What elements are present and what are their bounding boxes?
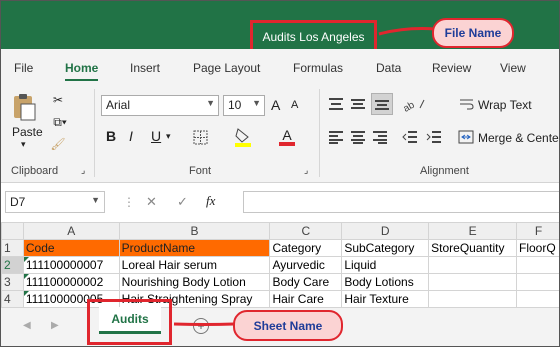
paste-icon[interactable] bbox=[9, 91, 39, 123]
decrease-indent-icon[interactable] bbox=[401, 128, 419, 146]
row-header[interactable]: 2 bbox=[1, 256, 24, 274]
copy-icon[interactable]: ⧉▾ bbox=[49, 113, 71, 131]
name-box[interactable]: D7 ▼ bbox=[5, 191, 105, 213]
ribbon-divider bbox=[319, 89, 320, 177]
format-painter-icon[interactable]: 🖌 bbox=[49, 135, 67, 153]
shrink-font-button[interactable]: A bbox=[291, 99, 298, 111]
tab-data[interactable]: Data bbox=[376, 61, 401, 75]
tab-home[interactable]: Home bbox=[65, 61, 99, 81]
formula-bar: D7 ▼ ⋮ ✕ ✓ fx bbox=[1, 187, 559, 217]
cut-icon[interactable]: ✂ bbox=[49, 91, 67, 109]
align-bottom-icon[interactable] bbox=[371, 93, 393, 115]
column-header-c[interactable]: C bbox=[269, 222, 343, 240]
column-header-d[interactable]: D bbox=[341, 222, 430, 240]
clipboard-group-label: Clipboard bbox=[11, 165, 59, 177]
align-right-icon[interactable] bbox=[371, 128, 389, 146]
tab-page-layout[interactable]: Page Layout bbox=[193, 61, 260, 75]
home-ribbon: Paste ▾ ✂ ⧉▾ 🖌 Clipboard ⌟ Arial ▼ 10 ▼ A … bbox=[1, 85, 559, 183]
align-middle-icon[interactable] bbox=[349, 95, 367, 113]
cell[interactable]: Body Lotions bbox=[341, 273, 430, 291]
underline-button[interactable]: U bbox=[151, 128, 161, 144]
sheet-name-callout: Sheet Name bbox=[233, 310, 343, 341]
cell[interactable]: Body Care bbox=[269, 273, 343, 291]
header-cell[interactable]: Category bbox=[269, 239, 343, 257]
merge-center-button[interactable]: Merge & Cente bbox=[478, 131, 559, 145]
bold-button[interactable]: B bbox=[106, 128, 116, 144]
chevron-down-icon: ▼ bbox=[91, 195, 100, 205]
cell[interactable] bbox=[428, 256, 517, 274]
row-header[interactable]: 3 bbox=[1, 273, 24, 291]
font-name-select[interactable]: Arial ▼ bbox=[101, 95, 219, 116]
tab-review[interactable]: Review bbox=[432, 61, 471, 75]
increase-indent-icon[interactable] bbox=[425, 128, 443, 146]
align-left-icon[interactable] bbox=[327, 128, 345, 146]
header-cell[interactable]: Code bbox=[22, 239, 120, 257]
wrap-text-icon[interactable] bbox=[459, 95, 475, 113]
ribbon-divider bbox=[94, 89, 95, 177]
column-header-e[interactable]: E bbox=[428, 222, 517, 240]
cell[interactable]: Liquid bbox=[341, 256, 430, 274]
formula-input[interactable] bbox=[243, 191, 559, 213]
cell[interactable]: Nourishing Body Lotion bbox=[118, 273, 271, 291]
underline-chevron-down-icon[interactable]: ▾ bbox=[166, 131, 171, 142]
clipboard-launcher-icon[interactable]: ⌟ bbox=[81, 165, 85, 176]
borders-icon[interactable] bbox=[191, 128, 209, 146]
enter-icon[interactable]: ✓ bbox=[177, 194, 188, 210]
wrap-text-button[interactable]: Wrap Text bbox=[478, 98, 532, 112]
header-cell[interactable]: StoreQuantity bbox=[428, 239, 517, 257]
font-color-icon[interactable]: A bbox=[277, 126, 297, 148]
tab-insert[interactable]: Insert bbox=[130, 61, 160, 75]
fill-color-icon[interactable] bbox=[233, 126, 253, 148]
tab-view[interactable]: View bbox=[500, 61, 526, 75]
align-top-icon[interactable] bbox=[327, 95, 345, 113]
column-header-a[interactable]: A bbox=[22, 222, 120, 240]
file-name-callout: File Name bbox=[432, 18, 514, 48]
excel-window: Audits Los Angeles File Name File Home I… bbox=[0, 0, 560, 347]
insert-function-icon[interactable]: fx bbox=[206, 193, 215, 209]
grow-font-button[interactable]: A bbox=[271, 97, 280, 113]
cell[interactable] bbox=[516, 273, 559, 291]
cancel-icon[interactable]: ✕ bbox=[146, 194, 157, 210]
row-header[interactable]: 1 bbox=[1, 239, 24, 257]
header-cell[interactable]: SubCategory bbox=[341, 239, 430, 257]
cell[interactable] bbox=[516, 256, 559, 274]
column-header-b[interactable]: B bbox=[118, 222, 271, 240]
cell[interactable]: Ayurvedic bbox=[269, 256, 343, 274]
cell[interactable]: 111100000002 bbox=[22, 273, 120, 291]
paste-button[interactable]: Paste bbox=[12, 125, 43, 139]
alignment-group-label: Alignment bbox=[420, 165, 469, 177]
merge-center-icon[interactable] bbox=[457, 128, 475, 146]
paste-chevron-down-icon[interactable]: ▾ bbox=[21, 139, 26, 150]
select-all-corner[interactable] bbox=[1, 222, 24, 240]
cell[interactable]: Loreal Hair serum bbox=[118, 256, 271, 274]
tab-formulas[interactable]: Formulas bbox=[293, 61, 343, 75]
orientation-icon[interactable]: ab bbox=[401, 95, 427, 113]
svg-text:ab: ab bbox=[402, 99, 417, 112]
italic-button[interactable]: I bbox=[129, 128, 133, 144]
header-cell[interactable]: ProductName bbox=[118, 239, 271, 257]
more-options-icon: ⋮ bbox=[123, 195, 135, 209]
tab-file[interactable]: File bbox=[14, 61, 33, 75]
ribbon-tabs: File Home Insert Page Layout Formulas Da… bbox=[1, 49, 559, 85]
cell[interactable] bbox=[428, 273, 517, 291]
font-launcher-icon[interactable]: ⌟ bbox=[304, 165, 308, 176]
font-group-label: Font bbox=[189, 165, 212, 177]
header-cell[interactable]: FloorQ bbox=[516, 239, 559, 257]
cell[interactable]: 111100000007 bbox=[22, 256, 120, 274]
column-header-f[interactable]: F bbox=[516, 222, 559, 240]
align-center-icon[interactable] bbox=[349, 128, 367, 146]
font-size-select[interactable]: 10 ▼ bbox=[223, 95, 265, 116]
